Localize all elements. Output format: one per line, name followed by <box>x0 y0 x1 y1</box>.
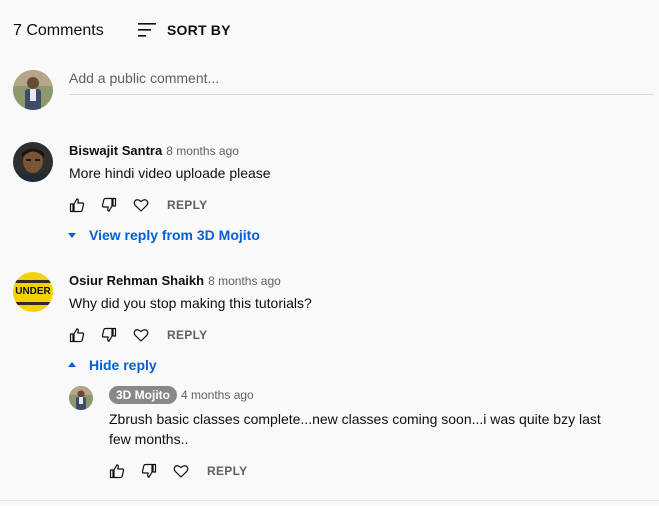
heart-icon[interactable] <box>133 327 149 343</box>
sort-by-button[interactable]: SORT BY <box>137 21 231 39</box>
reply-text-line1: Zbrush basic classes complete...new clas… <box>109 411 601 427</box>
caret-up-icon <box>67 360 77 370</box>
comment-author[interactable]: Biswajit Santra <box>69 143 162 158</box>
comment-text: Why did you stop making this tutorials? <box>69 295 312 311</box>
avatar-logo-text: UNDER <box>15 286 51 297</box>
reply-button[interactable]: REPLY <box>167 198 207 212</box>
reply-button[interactable]: REPLY <box>167 328 207 342</box>
sort-lines-icon <box>137 21 157 39</box>
like-icon[interactable] <box>69 197 85 213</box>
caret-down-icon <box>67 230 77 240</box>
current-user-avatar <box>13 70 53 110</box>
comments-count: 7 Comments <box>13 22 104 39</box>
view-replies-label: View reply from 3D Mojito <box>89 227 260 243</box>
comment-author[interactable]: Osiur Rehman Shaikh <box>69 273 204 288</box>
comment-text: More hindi video uploade please <box>69 165 271 181</box>
commenter-avatar[interactable]: UNDER <box>13 272 53 312</box>
heart-icon[interactable] <box>133 197 149 213</box>
view-replies-button[interactable]: View reply from 3D Mojito <box>67 227 260 243</box>
channel-owner-badge[interactable]: 3D Mojito <box>109 386 177 404</box>
dislike-icon[interactable] <box>141 463 157 479</box>
heart-icon[interactable] <box>173 463 189 479</box>
reply-button[interactable]: REPLY <box>207 464 247 478</box>
comment-timestamp[interactable]: 8 months ago <box>166 144 239 158</box>
reply-author-avatar[interactable] <box>69 386 93 410</box>
commenter-avatar[interactable] <box>13 142 53 182</box>
dislike-icon[interactable] <box>101 327 117 343</box>
section-divider <box>0 500 659 501</box>
sort-by-label: SORT BY <box>167 22 231 38</box>
dislike-icon[interactable] <box>101 197 117 213</box>
reply-timestamp[interactable]: 4 months ago <box>181 388 254 402</box>
reply-text: Zbrush basic classes complete...new clas… <box>109 409 649 449</box>
like-icon[interactable] <box>69 327 85 343</box>
like-icon[interactable] <box>109 463 125 479</box>
comment-timestamp[interactable]: 8 months ago <box>208 274 281 288</box>
reply-text-line2: few months.. <box>109 431 189 447</box>
hide-replies-button[interactable]: Hide reply <box>67 357 157 373</box>
hide-replies-label: Hide reply <box>89 357 157 373</box>
add-comment-input[interactable]: Add a public comment... <box>69 70 653 95</box>
